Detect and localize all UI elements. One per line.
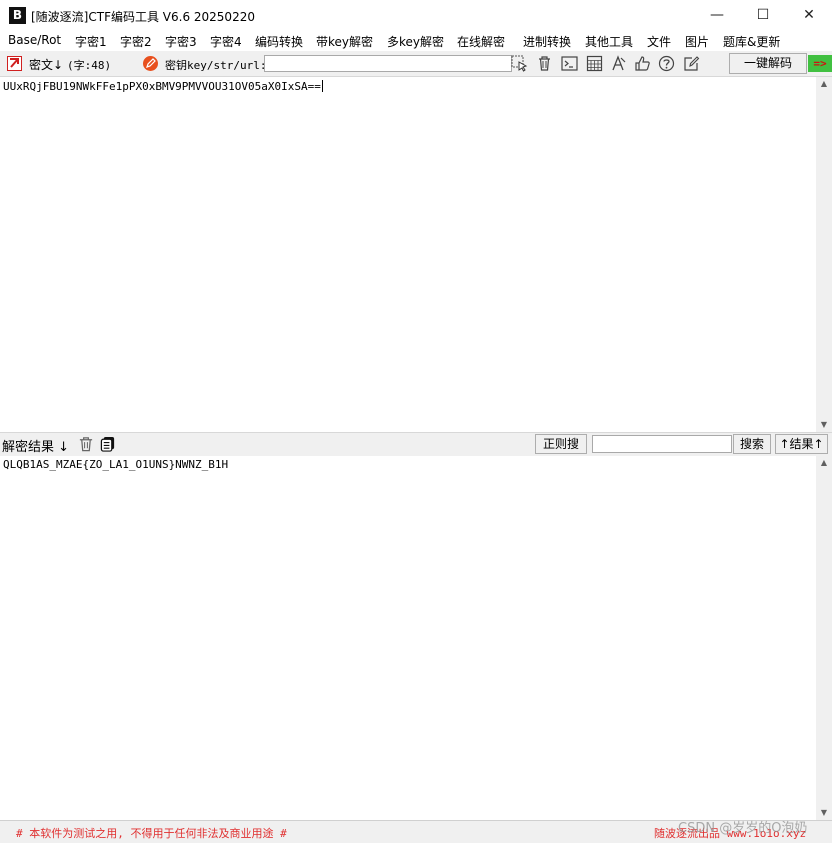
result-scrollbar[interactable]: ▲ ▼ — [816, 456, 832, 820]
result-scroll-down-icon[interactable]: ▼ — [816, 806, 832, 820]
cipher-text: UUxRQjFBU19NWkFFe1pPX0xBMV9PMVVOU31OV05a… — [3, 80, 321, 93]
menu-bar: Base/Rot 字密1 字密2 字密3 字密4 编码转换 带key解密 多ke… — [0, 30, 832, 51]
calculator-icon[interactable] — [586, 55, 603, 72]
font-a-icon[interactable] — [610, 55, 627, 72]
one-click-decode-button[interactable]: 一键解码 — [729, 53, 807, 74]
disclaimer-text: # 本软件为测试之用, 不得用于任何非法及商业用途 # — [16, 827, 287, 840]
regex-search-button[interactable]: 正则搜 — [535, 434, 587, 454]
result-up-button[interactable]: ↑结果↑ — [775, 434, 828, 454]
char-count: (字:48) — [67, 59, 112, 72]
result-scroll-up-icon[interactable]: ▲ — [816, 456, 832, 470]
cipher-scrollbar[interactable]: ▲ ▼ — [816, 77, 832, 432]
menu-base-rot[interactable]: Base/Rot — [8, 33, 61, 47]
menu-key-decrypt[interactable]: 带key解密 — [316, 33, 373, 50]
menu-zimi1[interactable]: 字密1 — [75, 33, 107, 50]
result-text: QLQB1AS_MZAE{ZO_LA1_O1UNS}NWNZ_B1H — [3, 458, 229, 471]
menu-encoding[interactable]: 编码转换 — [255, 33, 303, 50]
app-window: B [随波逐流]CTF编码工具 V6.6 20250220 — ☐ ✕ Base… — [0, 0, 832, 843]
text-cursor — [321, 80, 323, 92]
close-button[interactable]: ✕ — [786, 0, 832, 30]
result-label: 解密结果 ↓ — [2, 440, 70, 455]
menu-radix[interactable]: 进制转换 — [523, 33, 571, 50]
key-pen-icon[interactable] — [143, 56, 158, 71]
arrow-indicator[interactable]: => — [808, 55, 832, 72]
search-button[interactable]: 搜索 — [733, 434, 771, 454]
cipher-label: 密文↓ — [29, 58, 64, 72]
menu-other-tools[interactable]: 其他工具 — [585, 33, 633, 50]
menu-multikey[interactable]: 多key解密 — [387, 33, 444, 50]
app-logo-icon: B — [9, 7, 26, 24]
menu-zimi3[interactable]: 字密3 — [165, 33, 197, 50]
minimize-button[interactable]: — — [694, 0, 740, 30]
window-title: [随波逐流]CTF编码工具 V6.6 20250220 — [31, 10, 255, 24]
cipher-import-icon[interactable] — [7, 56, 22, 71]
menu-zimi2[interactable]: 字密2 — [120, 33, 152, 50]
scroll-up-icon[interactable]: ▲ — [816, 77, 832, 91]
help-icon[interactable] — [658, 55, 675, 72]
watermark-text: CSDN @岁岁的O泡奶 — [678, 821, 808, 836]
maximize-button[interactable]: ☐ — [740, 0, 786, 30]
menu-zimi4[interactable]: 字密4 — [210, 33, 242, 50]
search-input[interactable] — [592, 435, 732, 453]
menu-question-bank[interactable]: 题库&更新 — [723, 33, 780, 50]
key-toolbar: 密文↓ (字:48) 密钥key/str/url: 一键解码 => — [0, 51, 832, 77]
menu-image[interactable]: 图片 — [685, 33, 709, 50]
title-bar: B [随波逐流]CTF编码工具 V6.6 20250220 — ☐ ✕ — [0, 0, 832, 30]
copy-result-icon[interactable] — [100, 436, 116, 452]
edit-icon[interactable] — [683, 55, 700, 72]
scroll-down-icon[interactable]: ▼ — [816, 418, 832, 432]
select-cursor-icon[interactable] — [511, 55, 528, 72]
clear-result-trash-icon[interactable] — [78, 436, 94, 452]
thumbs-up-icon[interactable] — [634, 55, 651, 72]
menu-file[interactable]: 文件 — [647, 33, 671, 50]
key-input[interactable] — [264, 55, 512, 72]
trash-icon[interactable] — [536, 55, 553, 72]
result-textarea[interactable]: QLQB1AS_MZAE{ZO_LA1_O1UNS}NWNZ_B1H — [0, 456, 816, 820]
cipher-textarea[interactable]: UUxRQjFBU19NWkFFe1pPX0xBMV9PMVVOU31OV05a… — [0, 77, 816, 432]
terminal-icon[interactable] — [561, 55, 578, 72]
menu-online[interactable]: 在线解密 — [457, 33, 505, 50]
result-toolbar: 解密结果 ↓ 正则搜 搜索 ↑结果↑ — [0, 432, 832, 457]
key-label: 密钥key/str/url: — [165, 59, 267, 72]
